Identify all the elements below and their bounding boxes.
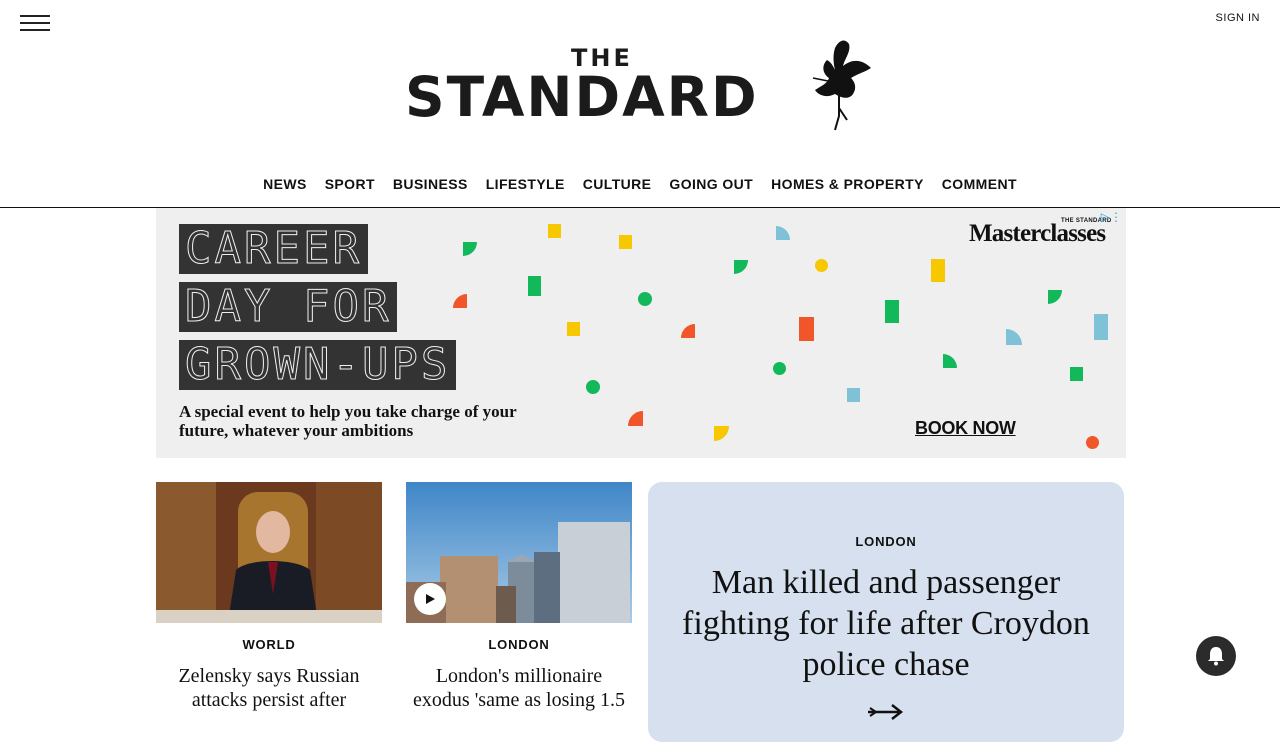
confetti-shape [619, 235, 632, 249]
confetti-shape [847, 388, 860, 402]
article-category[interactable]: WORLD [156, 637, 382, 652]
article-photo [156, 482, 382, 623]
play-video-button[interactable] [414, 583, 446, 615]
feature-headline[interactable]: Man killed and passenger fighting for li… [668, 562, 1104, 685]
confetti-shape [815, 259, 828, 272]
hamburger-menu-icon[interactable] [20, 14, 50, 32]
confetti-shape [681, 324, 695, 338]
site-logo[interactable]: THE STANDARD [405, 40, 885, 140]
advertisement-banner[interactable]: CAREER DAY FOR GROWN-UPS A special event… [156, 208, 1126, 458]
nav-item-going-out[interactable]: GOING OUT [669, 175, 753, 207]
confetti-shape [1006, 329, 1022, 345]
feature-category[interactable]: LONDON [648, 534, 1124, 549]
confetti-shape [548, 224, 561, 238]
confetti-shape [586, 380, 600, 394]
confetti-shape [773, 362, 786, 375]
confetti-shape [1086, 436, 1099, 449]
nav-item-comment[interactable]: COMMENT [942, 175, 1017, 207]
confetti-shape [628, 411, 643, 426]
confetti-shape [799, 317, 814, 341]
arrow-right-icon [868, 704, 904, 720]
logo-main-text: STANDARD [405, 65, 759, 129]
ad-headline-line-1: CAREER [179, 223, 368, 274]
confetti-shape [943, 354, 957, 368]
nav-item-news[interactable]: NEWS [263, 175, 307, 207]
confetti-shape [931, 259, 945, 282]
confetti-shape [567, 322, 580, 336]
sign-in-link[interactable]: SIGN IN [1216, 12, 1260, 24]
confetti-shape [1048, 290, 1062, 304]
confetti-shape [463, 242, 477, 256]
ad-subtitle: A special event to help you take charge … [179, 402, 517, 440]
ad-book-now-button[interactable]: BOOK NOW [915, 418, 1016, 439]
ad-brand: Masterclasses [969, 220, 1106, 247]
article-category[interactable]: LONDON [406, 637, 632, 652]
confetti-shape [714, 426, 729, 441]
article-image[interactable] [406, 482, 632, 623]
article-headline[interactable]: London's millionaire exodus 'same as los… [406, 664, 632, 712]
eros-statue-icon [812, 40, 871, 131]
article-card[interactable]: WORLD Zelensky says Russian attacks pers… [156, 482, 382, 712]
confetti-shape [885, 300, 899, 323]
bell-icon [1208, 647, 1224, 666]
confetti-shape [734, 260, 748, 274]
nav-item-sport[interactable]: SPORT [325, 175, 375, 207]
article-card[interactable]: LONDON London's millionaire exodus 'same… [406, 482, 632, 712]
feature-article-card[interactable]: LONDON Man killed and passenger fighting… [648, 482, 1124, 742]
confetti-shape [638, 292, 652, 306]
play-icon [426, 594, 435, 604]
confetti-shape [1070, 367, 1083, 381]
ad-headline-line-2: DAY FOR [179, 281, 398, 332]
ad-headline-line-3: GROWN-UPS [179, 339, 457, 390]
confetti-shape [776, 226, 790, 240]
article-image[interactable] [156, 482, 382, 623]
nav-item-business[interactable]: BUSINESS [393, 175, 468, 207]
ad-choices-icon[interactable]: ▷⋮ [1101, 210, 1122, 224]
article-headline[interactable]: Zelensky says Russian attacks persist af… [156, 664, 382, 712]
main-navigation: NEWS SPORT BUSINESS LIFESTYLE CULTURE GO… [0, 175, 1280, 208]
nav-item-lifestyle[interactable]: LIFESTYLE [486, 175, 565, 207]
notification-bell-button[interactable] [1196, 636, 1236, 676]
confetti-shape [453, 294, 467, 308]
confetti-shape [528, 276, 541, 296]
nav-item-homes-property[interactable]: HOMES & PROPERTY [771, 175, 924, 207]
confetti-shape [1094, 314, 1108, 340]
nav-item-culture[interactable]: CULTURE [583, 175, 652, 207]
